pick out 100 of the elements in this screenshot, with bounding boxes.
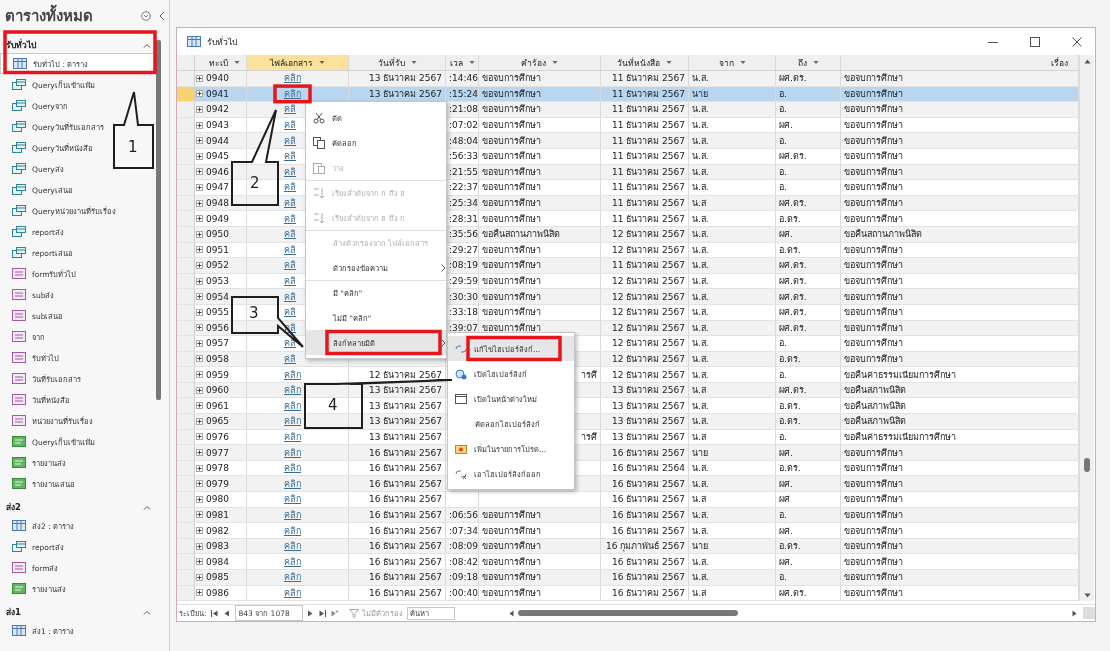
- hyperlink[interactable]: คลิก: [284, 523, 301, 538]
- expand-icon[interactable]: [195, 495, 203, 503]
- expand-icon[interactable]: [195, 293, 203, 301]
- scroll-right-icon[interactable]: [1072, 609, 1077, 617]
- scroll-left-icon[interactable]: [508, 609, 514, 617]
- hyperlink[interactable]: คลิ: [284, 149, 296, 164]
- hyperlink[interactable]: คลิก: [284, 570, 301, 585]
- hyperlink[interactable]: คลิก: [284, 554, 301, 569]
- hyperlink[interactable]: คลิก: [284, 476, 301, 491]
- hyperlink[interactable]: คลิก: [284, 86, 301, 101]
- scroll-down-icon[interactable]: [1083, 593, 1091, 599]
- hyperlink[interactable]: คลิ: [284, 336, 296, 351]
- expand-icon[interactable]: [195, 152, 203, 160]
- expand-icon[interactable]: [195, 558, 203, 566]
- expand-icon[interactable]: [195, 230, 203, 238]
- expand-icon[interactable]: [195, 433, 203, 441]
- dropdown-arrow-icon[interactable]: [812, 60, 819, 65]
- column-header[interactable]: วันที่หนังสือ: [601, 55, 689, 70]
- column-header[interactable]: จาก: [689, 55, 776, 70]
- dropdown-arrow-icon[interactable]: [666, 60, 672, 65]
- dropdown-arrow-icon[interactable]: [468, 60, 475, 65]
- expand-icon[interactable]: [195, 464, 203, 472]
- vertical-scrollbar[interactable]: [1079, 55, 1094, 602]
- hyperlink[interactable]: คลิ: [284, 227, 296, 242]
- expand-icon[interactable]: [195, 121, 203, 129]
- hyperlink[interactable]: คลิ: [284, 118, 296, 133]
- expand-icon[interactable]: [195, 106, 203, 113]
- hyperlink[interactable]: คลิ: [284, 289, 296, 304]
- hyperlink[interactable]: คลิก: [284, 429, 301, 444]
- new-record-button[interactable]: [330, 608, 339, 619]
- scrollbar-thumb[interactable]: [156, 40, 161, 400]
- nav-group-header[interactable]: ส่ง1: [0, 604, 157, 620]
- expand-icon[interactable]: [195, 277, 203, 285]
- hyperlink[interactable]: คลิก: [284, 414, 301, 429]
- hyperlink[interactable]: คลิ: [284, 102, 296, 117]
- hyperlink[interactable]: คลิ: [284, 180, 296, 195]
- hyperlink[interactable]: คลิ: [284, 133, 296, 148]
- hyperlink[interactable]: คลิก: [284, 507, 301, 522]
- column-header[interactable]: คำร้อง: [479, 55, 601, 70]
- hyperlink[interactable]: คลิก: [284, 71, 301, 86]
- expand-icon[interactable]: [195, 90, 203, 98]
- expand-icon[interactable]: [195, 371, 203, 379]
- expand-icon[interactable]: [195, 449, 203, 457]
- expand-icon[interactable]: [195, 246, 203, 254]
- expand-icon[interactable]: [195, 308, 203, 316]
- hyperlink[interactable]: คลิ: [284, 211, 296, 226]
- scrollbar-thumb[interactable]: [1084, 458, 1090, 472]
- dropdown-arrow-icon[interactable]: [319, 60, 325, 65]
- hyperlink[interactable]: คลิก: [284, 398, 301, 413]
- expand-icon[interactable]: [195, 542, 203, 550]
- hyperlink[interactable]: คลิก: [284, 367, 301, 382]
- table-cell-text: ผศ.ดร.: [779, 290, 807, 304]
- hyperlink[interactable]: คลิก: [284, 445, 301, 460]
- dropdown-arrow-icon[interactable]: [552, 60, 558, 65]
- expand-icon[interactable]: [195, 527, 203, 534]
- expand-icon[interactable]: [195, 183, 203, 191]
- column-header[interactable]: ไฟล์เอกสาร: [247, 55, 349, 70]
- nav-group-header[interactable]: ส่ง2: [0, 499, 157, 515]
- expand-icon[interactable]: [195, 402, 203, 410]
- expand-icon[interactable]: [195, 386, 203, 394]
- dropdown-arrow-icon[interactable]: [234, 60, 240, 65]
- dropdown-icon[interactable]: [141, 11, 151, 21]
- hyperlink[interactable]: คลิก: [284, 492, 301, 507]
- last-record-button[interactable]: [318, 608, 327, 619]
- expand-icon[interactable]: [195, 215, 203, 223]
- hyperlink[interactable]: คลิ: [284, 352, 296, 366]
- hyperlink[interactable]: คลิ: [284, 305, 296, 320]
- expand-icon[interactable]: [195, 261, 203, 269]
- expand-icon[interactable]: [195, 589, 203, 597]
- column-header[interactable]: ถึง: [776, 55, 841, 70]
- expand-icon[interactable]: [195, 137, 203, 145]
- previous-record-button[interactable]: [222, 608, 231, 619]
- expand-icon[interactable]: [195, 355, 203, 363]
- next-record-button[interactable]: [306, 608, 315, 619]
- hyperlink[interactable]: คลิ: [284, 258, 296, 273]
- hyperlink[interactable]: คลิ: [284, 274, 296, 288]
- dropdown-arrow-icon[interactable]: [739, 60, 746, 65]
- expand-icon[interactable]: [195, 339, 203, 347]
- dropdown-arrow-icon[interactable]: [410, 60, 417, 65]
- first-record-button[interactable]: [210, 608, 219, 619]
- collapse-icon[interactable]: [159, 11, 165, 21]
- scroll-up-icon[interactable]: [1083, 59, 1091, 64]
- hyperlink[interactable]: คลิก: [284, 461, 301, 476]
- expand-icon[interactable]: [195, 480, 203, 488]
- hyperlink[interactable]: คลิก: [284, 539, 301, 554]
- scrollbar-thumb[interactable]: [517, 610, 738, 617]
- expand-icon[interactable]: [195, 417, 203, 425]
- expand-icon[interactable]: [195, 74, 203, 82]
- hyperlink[interactable]: คลิ: [284, 164, 296, 179]
- expand-icon[interactable]: [195, 511, 203, 519]
- expand-icon[interactable]: [195, 573, 203, 581]
- expand-icon[interactable]: [195, 168, 203, 176]
- hyperlink[interactable]: คลิ: [284, 242, 296, 257]
- expand-icon[interactable]: [195, 324, 203, 332]
- hyperlink[interactable]: คลิ: [284, 196, 296, 211]
- column-header[interactable]: วันที่รับ: [349, 55, 446, 70]
- column-header[interactable]: เวล: [446, 55, 479, 70]
- hyperlink[interactable]: คลิก: [284, 383, 301, 398]
- hyperlink[interactable]: คลิก: [284, 585, 301, 600]
- expand-icon[interactable]: [195, 199, 203, 207]
